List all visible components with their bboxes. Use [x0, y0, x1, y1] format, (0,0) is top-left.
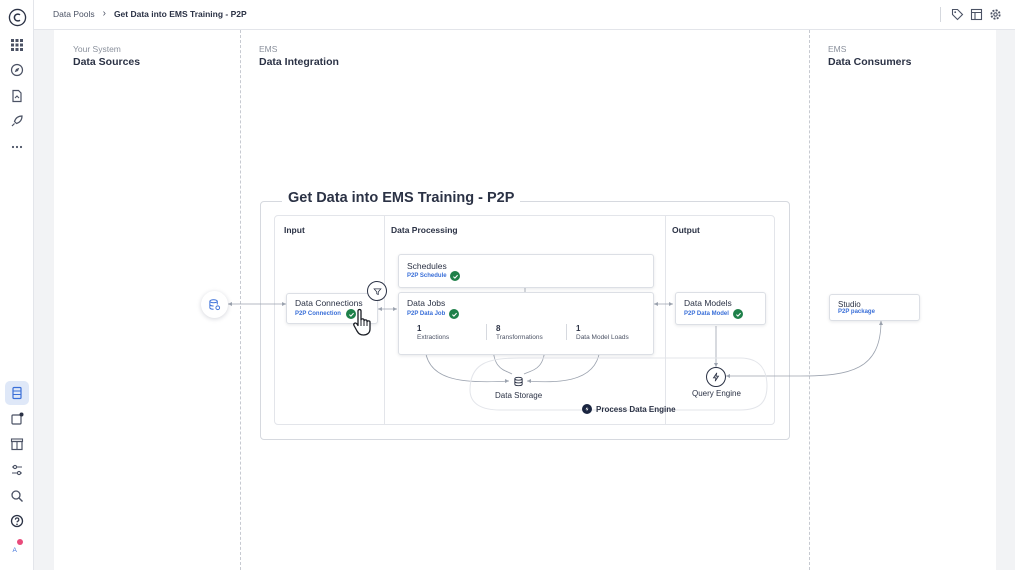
diagram-title: Get Data into EMS Training - P2P [282, 190, 521, 206]
schedules-card[interactable]: Schedules P2P Schedule [398, 254, 654, 288]
stat-divider [566, 324, 567, 340]
data-model-loads-label: Data Model Loads [576, 334, 629, 341]
process-data-engine-label: Process Data Engine [596, 405, 676, 414]
more-icon[interactable] [5, 135, 29, 159]
celonis-logo-icon[interactable] [5, 5, 29, 29]
hand-cursor-icon [353, 308, 371, 336]
check-icon [733, 309, 743, 319]
top-divider [940, 7, 941, 22]
filter-icon [372, 288, 382, 295]
check-icon [450, 271, 460, 281]
notification-icon[interactable] [5, 407, 29, 431]
data-model-loads-count: 1 [576, 324, 581, 333]
rocket-icon[interactable] [5, 109, 29, 133]
document-icon[interactable] [5, 84, 29, 108]
engine-icon [582, 404, 592, 414]
card-link[interactable]: P2P package [838, 309, 875, 315]
section-label-processing: Data Processing [391, 225, 458, 235]
help-icon[interactable] [5, 509, 29, 533]
studio-card[interactable]: Studio P2P package [829, 294, 920, 321]
package-icon[interactable] [5, 432, 29, 456]
column-title: Data Integration [259, 56, 339, 68]
card-link[interactable]: P2P Connection [295, 311, 341, 317]
search-icon[interactable] [5, 484, 29, 508]
compass-icon[interactable] [5, 58, 29, 82]
data-jobs-card[interactable]: Data Jobs P2P Data Job 1 Extractions 8 T… [398, 292, 654, 355]
apps-grid-icon[interactable] [5, 33, 29, 57]
database-icon [209, 299, 221, 311]
svg-text:A: A [13, 547, 18, 553]
data-storage-node[interactable] [509, 372, 527, 390]
column-header-consumers: EMS Data Consumers [828, 44, 911, 68]
card-link[interactable]: P2P Data Model [684, 311, 729, 317]
card-title: Data Models [684, 298, 732, 308]
column-subtitle: EMS [259, 44, 278, 54]
section-divider [384, 215, 385, 425]
lightning-icon [712, 372, 720, 382]
extractions-label: Extractions [417, 334, 450, 341]
tag-icon[interactable] [951, 8, 964, 21]
top-bar: Data Pools › Get Data into EMS Training … [34, 0, 1015, 30]
column-header-integration: EMS Data Integration [259, 44, 339, 68]
card-title: Data Jobs [407, 298, 446, 308]
card-title: Studio [838, 300, 861, 309]
card-link[interactable]: P2P Schedule [407, 273, 447, 279]
left-navigation-rail: A [0, 0, 34, 570]
check-icon [449, 309, 459, 319]
query-engine-node[interactable] [706, 367, 726, 387]
card-link[interactable]: P2P Data Job [407, 311, 445, 317]
stat-divider [486, 324, 487, 340]
card-title: Schedules [407, 261, 447, 271]
chevron-right-icon: › [102, 8, 106, 19]
layout-icon[interactable] [970, 8, 983, 21]
transformations-label: Transformations [496, 334, 543, 341]
transformations-count: 8 [496, 324, 501, 333]
column-divider [809, 30, 810, 570]
filter-button[interactable] [367, 281, 387, 301]
section-label-input: Input [284, 225, 305, 235]
section-divider [665, 215, 666, 425]
column-header-sources: Your System Data Sources [73, 44, 140, 68]
column-divider [240, 30, 241, 570]
sliders-icon[interactable] [5, 458, 29, 482]
user-avatar-icon[interactable]: A [5, 534, 29, 558]
column-title: Data Sources [73, 56, 141, 68]
breadcrumb: Data Pools › Get Data into EMS Training … [53, 8, 247, 20]
data-storage-label: Data Storage [495, 391, 543, 400]
data-models-card[interactable]: Data Models P2P Data Model [675, 292, 766, 325]
query-engine-label: Query Engine [692, 389, 741, 398]
section-label-output: Output [672, 225, 700, 235]
column-subtitle: EMS [828, 44, 847, 54]
data-integration-icon[interactable] [5, 381, 29, 405]
breadcrumb-data-pools[interactable]: Data Pools [53, 9, 95, 19]
column-subtitle: Your System [73, 44, 121, 54]
extractions-count: 1 [417, 324, 422, 333]
database-icon [513, 376, 523, 386]
settings-icon[interactable] [989, 8, 1002, 21]
column-title: Data Consumers [828, 56, 912, 68]
breadcrumb-current: Get Data into EMS Training - P2P [113, 9, 247, 19]
data-source-node[interactable] [201, 291, 228, 318]
